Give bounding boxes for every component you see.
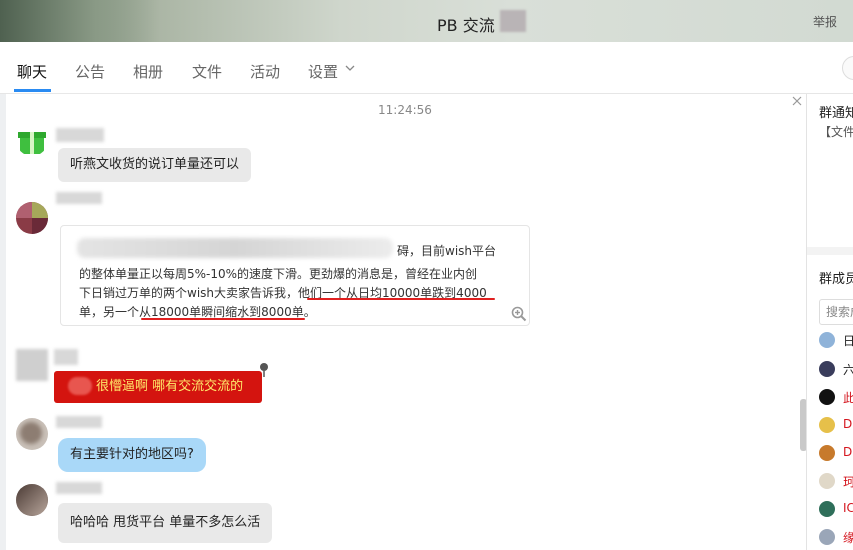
tab-announcements[interactable]: 公告 xyxy=(75,61,105,82)
sender-name-mosaic xyxy=(56,416,102,428)
gift-icon xyxy=(18,132,46,154)
report-button[interactable]: 举报 xyxy=(813,13,837,30)
panel-divider xyxy=(807,247,853,255)
close-icon[interactable] xyxy=(792,96,802,106)
message-text: 很懵逼啊 哪有交流交流的 xyxy=(96,379,244,394)
member-avatar xyxy=(819,332,835,348)
member-name: 珂 xyxy=(843,473,853,490)
member-avatar xyxy=(819,529,835,545)
shared-article-card[interactable]: 碍，目前wish平台 的整体单量正以每周5%-10%的速度下滑。更劲爆的消息是，… xyxy=(60,225,530,326)
member-avatar xyxy=(819,361,835,377)
avatar[interactable] xyxy=(16,124,48,156)
title-mosaic xyxy=(500,10,526,32)
member-search-input[interactable]: 搜索成员 xyxy=(819,299,853,325)
text-mosaic xyxy=(77,238,393,258)
sender-name-mosaic xyxy=(54,349,78,365)
title-bar[interactable]: PB 交流 举报 xyxy=(0,0,853,42)
member-avatar xyxy=(819,389,835,405)
message-bubble: 很懵逼啊 哪有交流交流的 xyxy=(54,371,262,403)
notice-item[interactable]: 【文件】 xyxy=(819,123,853,140)
sender-name-mosaic xyxy=(56,482,102,494)
message-bubble: 听燕文收货的说订单量还可以 xyxy=(58,148,252,182)
member-name: D xyxy=(843,445,853,459)
tab-bar: 聊天 公告 相册 文件 活动 设置 xyxy=(0,42,853,94)
tab-settings[interactable]: 设置 xyxy=(308,61,338,82)
member-avatar xyxy=(819,473,835,489)
title-bar-background xyxy=(0,0,160,42)
toolbar-round-button[interactable] xyxy=(842,56,853,80)
member-name: D xyxy=(843,417,853,431)
member-name: IC xyxy=(843,501,853,515)
member-avatar xyxy=(819,501,835,517)
tab-activities[interactable]: 活动 xyxy=(250,61,280,82)
highlight-underline xyxy=(141,318,305,320)
group-info-panel: 群通知 【文件】 群成员 搜索成员 日 六 此 D D 珂 xyxy=(806,94,853,550)
message-timestamp: 11:24:56 xyxy=(378,103,432,117)
highlight-underline xyxy=(307,298,495,300)
active-tab-indicator xyxy=(14,89,51,92)
message-bubble: 哈哈哈 甩货平台 单量不多怎么活 xyxy=(58,503,273,543)
chevron-down-icon[interactable] xyxy=(344,62,356,74)
member-name: 日 xyxy=(843,332,853,349)
pin-icon xyxy=(260,363,268,377)
avatar[interactable] xyxy=(16,484,48,516)
avatar[interactable] xyxy=(16,418,48,450)
member-name: 缘 xyxy=(843,529,853,546)
message-bubble: 有主要针对的地区吗? xyxy=(58,438,206,472)
member-name: 六 xyxy=(843,361,853,378)
sender-name-mosaic xyxy=(56,192,102,204)
emoji-mosaic xyxy=(68,377,92,395)
chat-area[interactable]: 11:24:56 听燕文收货的说订单量还可以 碍，目前wish平台 的整体单量正… xyxy=(6,94,807,550)
avatar[interactable] xyxy=(16,349,48,381)
card-text-line: 碍，目前wish平台 xyxy=(397,244,497,258)
tab-chat[interactable]: 聊天 xyxy=(17,61,47,82)
avatar[interactable] xyxy=(16,202,48,234)
card-text-line: 的整体单量正以每周5%-10%的速度下滑。更劲爆的消息是，曾经在业内创 xyxy=(79,267,478,281)
sender-name-mosaic xyxy=(56,128,104,142)
member-avatar xyxy=(819,445,835,461)
members-title: 群成员 xyxy=(819,272,853,287)
zoom-in-icon[interactable] xyxy=(511,306,527,322)
member-avatar xyxy=(819,417,835,433)
notice-title: 群通知 xyxy=(819,106,853,121)
tab-files[interactable]: 文件 xyxy=(192,61,222,82)
tab-album[interactable]: 相册 xyxy=(133,61,163,82)
group-chat-window: PB 交流 举报 聊天 公告 相册 文件 活动 设置 11:24:56 听燕文收… xyxy=(0,0,853,550)
member-name: 此 xyxy=(843,389,853,406)
window-title: PB 交流 xyxy=(437,16,495,35)
